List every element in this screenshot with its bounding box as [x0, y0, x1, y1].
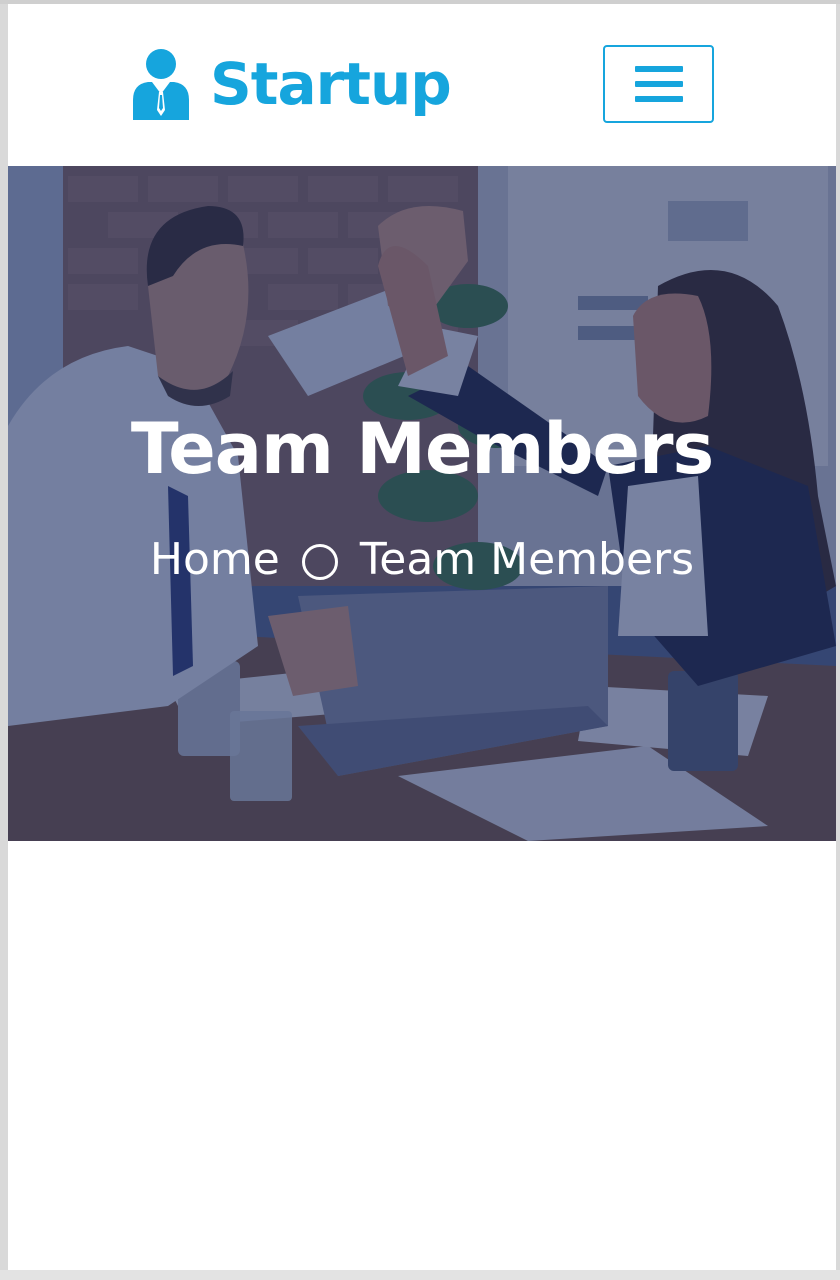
breadcrumb-current: Team Members — [359, 534, 695, 585]
hero-overlay — [8, 166, 836, 841]
viewport-border-left — [0, 0, 8, 1280]
menu-toggle-button[interactable] — [603, 45, 714, 123]
circle-outline-icon — [301, 544, 338, 580]
page-title: Team Members — [130, 408, 714, 490]
navbar: Startup — [8, 4, 828, 166]
mobile-viewport: Startup Team Members Home Team Members — [0, 0, 840, 1280]
page-content — [8, 841, 836, 1270]
viewport-border-right — [836, 0, 840, 1280]
hero-banner: Team Members Home Team Members — [8, 166, 836, 841]
viewport-border-bottom — [0, 1270, 840, 1280]
viewport-border-top — [0, 0, 840, 4]
brand-name: Startup — [210, 50, 452, 118]
breadcrumb-home-link[interactable]: Home — [150, 538, 280, 582]
brand-link[interactable]: Startup — [130, 44, 452, 124]
user-tie-icon — [130, 48, 192, 120]
hamburger-menu-icon — [634, 64, 683, 104]
breadcrumb: Home Team Members — [8, 538, 836, 582]
